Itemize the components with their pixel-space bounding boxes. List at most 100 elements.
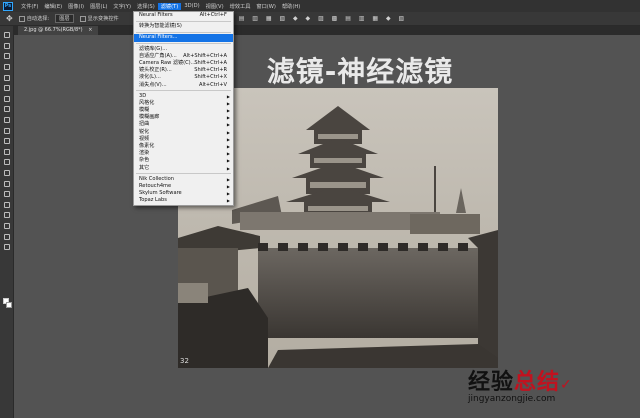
filter-menu-item[interactable]: 自适应广角(A)... Alt+Shift+Ctrl+A xyxy=(134,53,233,60)
filter-menu-item-label: Neural Filters... xyxy=(139,34,178,41)
move-tool-icon[interactable] xyxy=(0,30,13,41)
filter-menu-item[interactable]: 其它 ▶ xyxy=(134,165,233,172)
filter-menu-item-label: 消失点(V)... xyxy=(139,81,167,88)
filter-menu-item[interactable]: 液化(L)... Shift+Ctrl+X xyxy=(134,74,233,81)
menu-item[interactable]: 图层(L) xyxy=(87,3,110,10)
menu-items: 文件(F) 编辑(E) 图像(I) 图层(L) 文字(Y) 选择(S) 滤镜(T) 3D(D)… xyxy=(18,2,303,10)
tool-glyph xyxy=(3,148,10,155)
submenu-arrow-icon: ▶ xyxy=(226,100,230,106)
filter-menu-item-label: 3D xyxy=(139,92,147,99)
show-transform-checkbox[interactable]: 显示变换控件 xyxy=(79,15,119,22)
menu-item[interactable]: 帮助(H) xyxy=(279,3,303,10)
history-brush-icon[interactable] xyxy=(0,125,13,136)
lasso-tool-icon[interactable] xyxy=(0,51,13,62)
checkbox-icon xyxy=(79,15,86,22)
filter-menu-item-label: 杂色 xyxy=(139,157,150,164)
filter-menu-item[interactable]: 锐化 ▶ xyxy=(134,129,233,136)
filter-menu-item-label: 风格化 xyxy=(139,99,155,106)
menu-item[interactable]: 3D(D) xyxy=(181,3,202,10)
menu-bar: Ps 文件(F) 编辑(E) 图像(I) 图层(L) 文字(Y) 选择(S) 滤镜(T) 3D… xyxy=(0,0,640,12)
hand-tool-icon[interactable] xyxy=(0,221,13,232)
submenu-arrow-icon: ▶ xyxy=(226,136,230,142)
submenu-arrow-icon: ▶ xyxy=(226,191,230,197)
document-tab[interactable]: 2.jpg @ 66.7%(RGB/8*) × xyxy=(18,26,99,35)
auto-select-label: 自动选择: xyxy=(26,16,50,22)
gradient-tool-icon[interactable] xyxy=(0,147,13,158)
menu-separator xyxy=(136,90,231,92)
filter-menu-item[interactable]: 转换为智能滤镜(S) xyxy=(134,23,233,30)
menu-item[interactable]: 视图(V) xyxy=(203,3,227,10)
menu-item[interactable]: 选择(S) xyxy=(134,3,158,10)
healing-brush-icon[interactable] xyxy=(0,94,13,105)
auto-select-checkbox[interactable]: 自动选择: xyxy=(18,15,50,22)
type-tool-icon[interactable] xyxy=(0,189,13,200)
filter-menu-item-label: 扭曲 xyxy=(139,121,150,128)
filter-menu-item-shortcut: Alt+Shift+Ctrl+A xyxy=(183,52,227,59)
filter-menu-item[interactable]: Neural Filters Alt+Ctrl+F xyxy=(134,12,233,19)
menu-item[interactable]: 图像(I) xyxy=(65,3,87,10)
watermark: 经验总结✓ jingyanzongjie.com xyxy=(468,364,618,404)
layer-select-dropdown[interactable]: 图层 xyxy=(55,14,74,23)
filter-menu-item[interactable]: 滤镜库(G)... xyxy=(134,46,233,53)
filter-menu-item-label: 模糊画廊 xyxy=(139,114,160,121)
eraser-tool-icon[interactable] xyxy=(0,136,13,147)
filter-menu-item[interactable]: Neural Filters... xyxy=(134,34,233,42)
tool-glyph xyxy=(3,64,10,71)
tool-glyph xyxy=(3,85,10,92)
submenu-arrow-icon: ▶ xyxy=(226,129,230,135)
menu-item[interactable]: 窗口(W) xyxy=(253,3,279,10)
marquee-tool-icon[interactable] xyxy=(0,41,13,52)
tool-glyph xyxy=(3,138,10,145)
tool-glyph xyxy=(3,222,10,229)
quick-select-tool-icon[interactable] xyxy=(0,62,13,73)
filter-menu-item[interactable]: Skylum Software ▶ xyxy=(134,190,233,197)
tool-glyph xyxy=(3,32,10,39)
filter-menu-item[interactable]: Nik Collection ▶ xyxy=(134,176,233,183)
pen-tool-icon[interactable] xyxy=(0,178,13,189)
document-tab-label: 2.jpg @ 66.7%(RGB/8*) xyxy=(24,27,83,33)
menu-separator xyxy=(136,173,231,175)
filter-menu-item[interactable]: 3D ▶ xyxy=(134,93,233,100)
filter-menu-item[interactable]: 扭曲 ▶ xyxy=(134,121,233,128)
brush-tool-icon[interactable] xyxy=(0,104,13,115)
crop-tool-icon[interactable] xyxy=(0,72,13,83)
move-tool-icon[interactable]: ✥ xyxy=(6,14,13,23)
filter-menu-item[interactable]: Topaz Labs ▶ xyxy=(134,197,233,204)
filter-menu-item[interactable]: Retouch4me ▶ xyxy=(134,183,233,190)
align-icons[interactable]: ▤ ▥ ▦ ▧ ◆ ◆ ▨ ▩ ▤ ▥ ▦ ◆ ▧ xyxy=(239,15,407,22)
filter-menu-item[interactable]: 风格化 ▶ xyxy=(134,100,233,107)
menu-item[interactable]: 文字(Y) xyxy=(110,3,134,10)
filter-menu-item[interactable]: 杂色 ▶ xyxy=(134,157,233,164)
eyedropper-tool-icon[interactable] xyxy=(0,83,13,94)
shape-tool-icon[interactable] xyxy=(0,210,13,221)
tool-glyph xyxy=(3,170,10,177)
filter-menu-item-label: 液化(L)... xyxy=(139,74,161,81)
blur-tool-icon[interactable] xyxy=(0,157,13,168)
filter-menu-item-label: 锐化 xyxy=(139,128,150,135)
filter-menu-item-label: 像素化 xyxy=(139,143,155,149)
menu-item[interactable]: 滤镜(T) xyxy=(157,2,182,10)
submenu-arrow-icon: ▶ xyxy=(226,144,230,149)
dodge-tool-icon[interactable] xyxy=(0,168,13,179)
filter-menu-item-shortcut: Alt+Ctrl+V xyxy=(199,81,227,88)
check-icon: ✓ xyxy=(560,377,573,393)
edit-toolbar-icon[interactable] xyxy=(0,242,13,253)
watermark-title-red: 总结 xyxy=(514,370,561,395)
menu-item[interactable]: 编辑(E) xyxy=(41,3,65,10)
filter-menu-item[interactable]: 视频 ▶ xyxy=(134,136,233,143)
tool-glyph xyxy=(3,244,10,251)
submenu-arrow-icon: ▶ xyxy=(226,108,230,114)
menu-item[interactable]: 文件(F) xyxy=(18,3,41,10)
filter-menu-item[interactable]: 消失点(V)... Alt+Ctrl+V xyxy=(134,82,233,89)
background-color-swatch[interactable] xyxy=(6,302,12,308)
clone-stamp-icon[interactable] xyxy=(0,115,13,126)
tools-panel xyxy=(0,26,14,418)
filter-menu-item-label: 其它 xyxy=(139,164,150,171)
close-icon[interactable]: × xyxy=(88,27,92,33)
submenu-arrow-icon: ▶ xyxy=(226,165,230,171)
path-select-icon[interactable] xyxy=(0,200,13,211)
zoom-tool-icon[interactable] xyxy=(0,231,13,242)
menu-item[interactable]: 增效工具 xyxy=(227,3,254,10)
menu-separator xyxy=(136,20,231,22)
filter-menu-item-label: Topaz Labs xyxy=(139,197,167,204)
